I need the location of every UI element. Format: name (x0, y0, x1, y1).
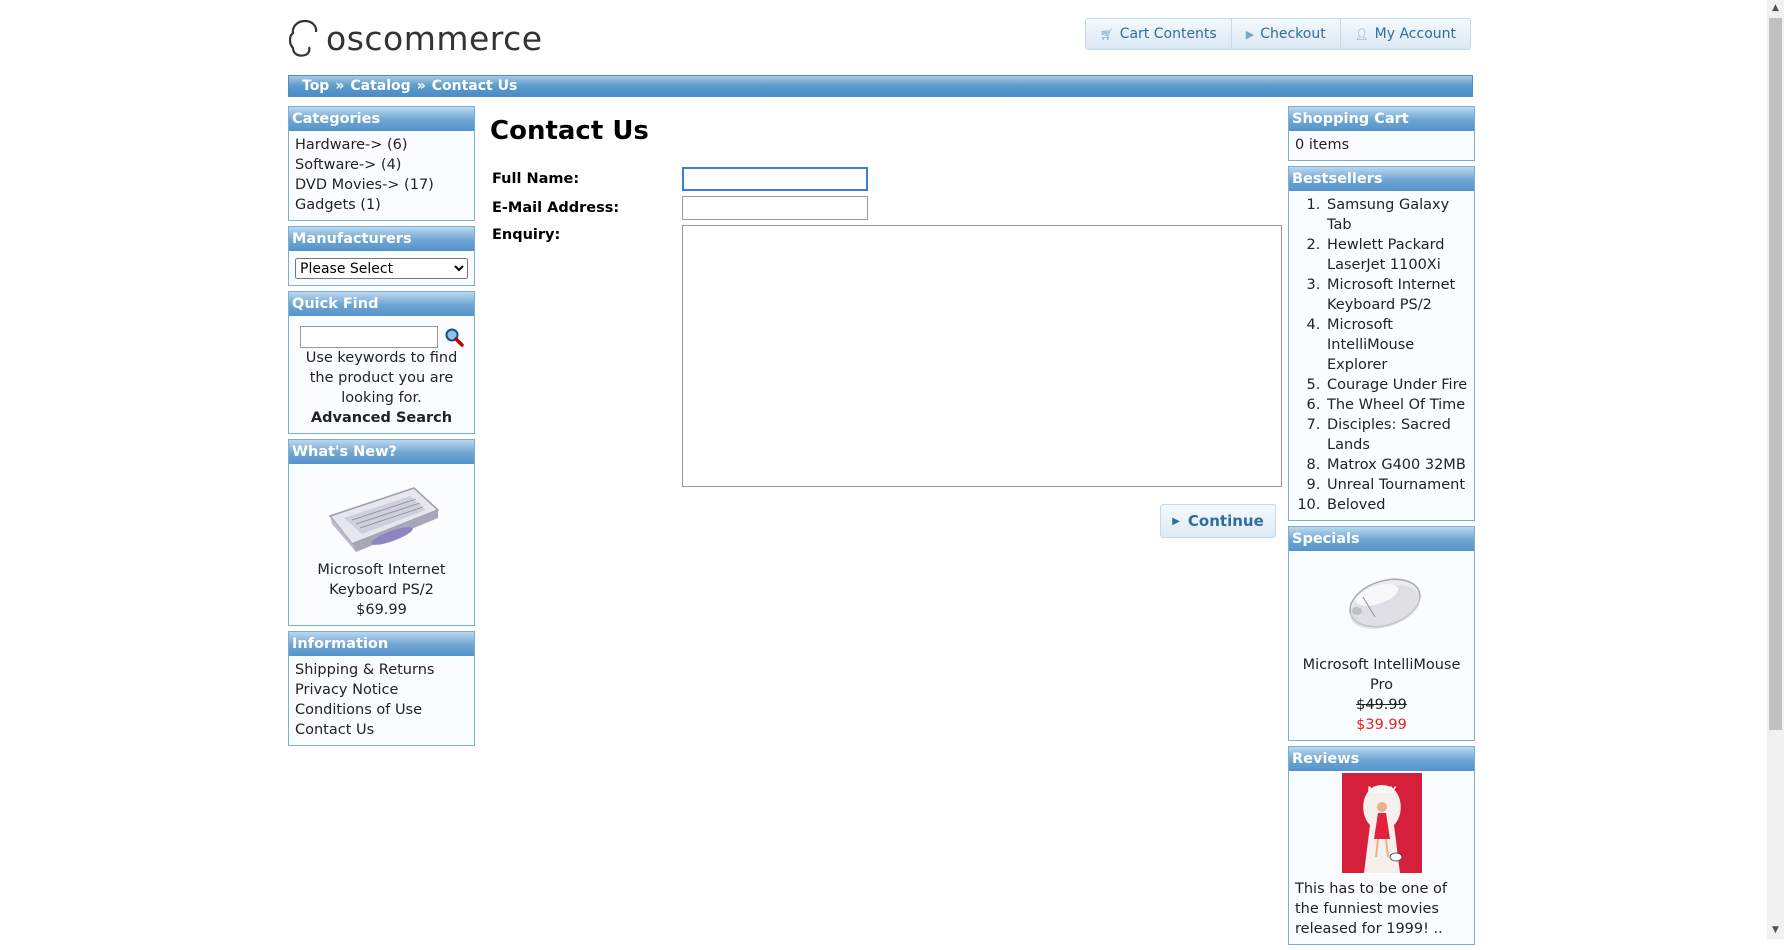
whats-new-price: $69.99 (356, 602, 407, 618)
checkout-button[interactable]: ▶ Checkout (1232, 19, 1341, 49)
category-link-gadgets[interactable]: Gadgets (1) (295, 195, 468, 215)
scrollbar-thumb[interactable] (1769, 18, 1782, 730)
category-link-dvd-movies[interactable]: DVD Movies-> (17) (295, 175, 468, 195)
breadcrumb-contact-us[interactable]: Contact Us (432, 78, 518, 94)
keyboard-image[interactable] (322, 474, 442, 554)
logo-icon (288, 19, 318, 57)
categories-box: Categories Hardware-> (6) Software-> (4)… (288, 106, 475, 221)
breadcrumb-catalog[interactable]: Catalog (350, 78, 410, 94)
information-box: Information Shipping & Returns Privacy N… (288, 631, 475, 746)
bestseller-item[interactable]: Microsoft IntelliMouse Explorer (1325, 315, 1468, 375)
person-icon: 👤︎ (1354, 27, 1369, 41)
bestseller-item[interactable]: Unreal Tournament (1325, 475, 1468, 495)
quick-find-input[interactable] (299, 326, 438, 348)
breadcrumb: Top » Catalog » Contact Us (288, 75, 1473, 97)
conditions-of-use-link[interactable]: Conditions of Use (295, 700, 468, 720)
my-account-button[interactable]: 👤︎ My Account (1341, 19, 1470, 49)
specials-heading[interactable]: Specials (1289, 527, 1474, 551)
poster-title-text: MARY (1367, 786, 1396, 796)
scroll-down-arrow-icon[interactable]: ▼ (1767, 922, 1784, 939)
right-column: Shopping Cart 0 items Bestsellers Samsun… (1288, 106, 1475, 950)
full-name-field[interactable] (682, 167, 868, 191)
enquiry-label: Enquiry: (492, 227, 561, 243)
bestsellers-heading: Bestsellers (1289, 167, 1474, 191)
breadcrumb-separator: » (335, 78, 345, 94)
manufacturers-select[interactable]: Please Select (295, 258, 468, 279)
movie-poster-image[interactable]: MARY (1341, 773, 1422, 873)
specials-new-price: $39.99 (1356, 717, 1407, 733)
logo[interactable]: oscommerce (288, 16, 543, 60)
triangle-right-icon: ▶ (1172, 515, 1180, 527)
search-icon[interactable] (444, 327, 464, 347)
cart-item-count: 0 items (1295, 137, 1350, 153)
continue-label: Continue (1187, 512, 1264, 530)
breadcrumb-separator: » (416, 78, 426, 94)
page-title: Contact Us (490, 116, 649, 146)
shipping-returns-link[interactable]: Shipping & Returns (295, 660, 468, 680)
categories-heading: Categories (289, 107, 474, 131)
my-account-label: My Account (1374, 26, 1456, 42)
bestseller-item[interactable]: The Wheel Of Time (1325, 395, 1468, 415)
cart-contents-button[interactable]: 🛒︎ Cart Contents (1086, 19, 1232, 49)
bestseller-item[interactable]: Hewlett Packard LaserJet 1100Xi (1325, 235, 1468, 275)
specials-box: Specials Microsoft IntelliMouse Pro $49.… (1288, 526, 1475, 741)
shopping-cart-heading[interactable]: Shopping Cart (1289, 107, 1474, 131)
header-nav: 🛒︎ Cart Contents ▶ Checkout 👤︎ My Accoun… (1084, 18, 1471, 50)
specials-product-link[interactable]: Microsoft IntelliMouse Pro (1295, 655, 1468, 695)
reviews-box: Reviews MARY This has to be one of the f… (1288, 746, 1475, 945)
continue-button[interactable]: ▶ Continue (1160, 504, 1276, 538)
bestseller-item[interactable]: Beloved (1325, 495, 1468, 515)
main-content: Contact Us Full Name: E-Mail Address: En… (488, 108, 1282, 538)
triangle-right-icon: ▶ (1245, 27, 1255, 41)
shopping-cart-box: Shopping Cart 0 items (1288, 106, 1475, 161)
manufacturers-box: Manufacturers Please Select (288, 226, 475, 286)
category-link-software[interactable]: Software-> (4) (295, 155, 468, 175)
enquiry-textarea[interactable] (682, 225, 1282, 487)
bestsellers-box: Bestsellers Samsung Galaxy Tab Hewlett P… (1288, 166, 1475, 521)
whats-new-box: What's New? Microsoft Internet Keyboard … (288, 439, 475, 626)
scroll-up-arrow-icon[interactable]: ▲ (1767, 0, 1784, 17)
reviews-heading[interactable]: Reviews (1289, 747, 1474, 771)
cart-icon: 🛒︎ (1099, 27, 1114, 41)
information-heading: Information (289, 632, 474, 656)
manufacturers-heading: Manufacturers (289, 227, 474, 251)
breadcrumb-top[interactable]: Top (302, 78, 329, 94)
bestseller-item[interactable]: Matrox G400 32MB (1325, 455, 1468, 475)
review-text-link[interactable]: This has to be one of the funniest movie… (1295, 879, 1468, 939)
quick-find-box: Quick Find Use keywords to find the prod… (288, 291, 475, 434)
logo-text: oscommerce (326, 18, 543, 58)
contact-us-link[interactable]: Contact Us (295, 720, 468, 740)
bestseller-item[interactable]: Disciples: Sacred Lands (1325, 415, 1468, 455)
quick-find-heading: Quick Find (289, 292, 474, 316)
page: oscommerce 🛒︎ Cart Contents ▶ Checkout 👤… (288, 0, 1475, 945)
bestseller-item[interactable]: Microsoft Internet Keyboard PS/2 (1325, 275, 1468, 315)
category-link-hardware[interactable]: Hardware-> (6) (295, 135, 468, 155)
email-field[interactable] (682, 196, 868, 220)
bestseller-item[interactable]: Samsung Galaxy Tab (1325, 195, 1468, 235)
full-name-label: Full Name: (492, 171, 580, 187)
checkout-label: Checkout (1260, 26, 1326, 42)
privacy-notice-link[interactable]: Privacy Notice (295, 680, 468, 700)
mouse-image[interactable] (1327, 559, 1437, 649)
whats-new-product-link[interactable]: Microsoft Internet Keyboard PS/2 (295, 560, 468, 600)
email-label: E-Mail Address: (492, 200, 620, 216)
cart-contents-label: Cart Contents (1119, 26, 1217, 42)
bestseller-item[interactable]: Courage Under Fire (1325, 375, 1468, 395)
vertical-scrollbar[interactable]: ▲ ▼ (1767, 0, 1784, 939)
whats-new-heading: What's New? (289, 440, 474, 464)
specials-old-price: $49.99 (1356, 697, 1407, 713)
bestsellers-list: Samsung Galaxy Tab Hewlett Packard Laser… (1295, 195, 1468, 515)
advanced-search-link[interactable]: Advanced Search (295, 408, 468, 428)
left-column: Categories Hardware-> (6) Software-> (4)… (288, 106, 475, 751)
quick-find-help: Use keywords to find the product you are… (305, 350, 458, 406)
